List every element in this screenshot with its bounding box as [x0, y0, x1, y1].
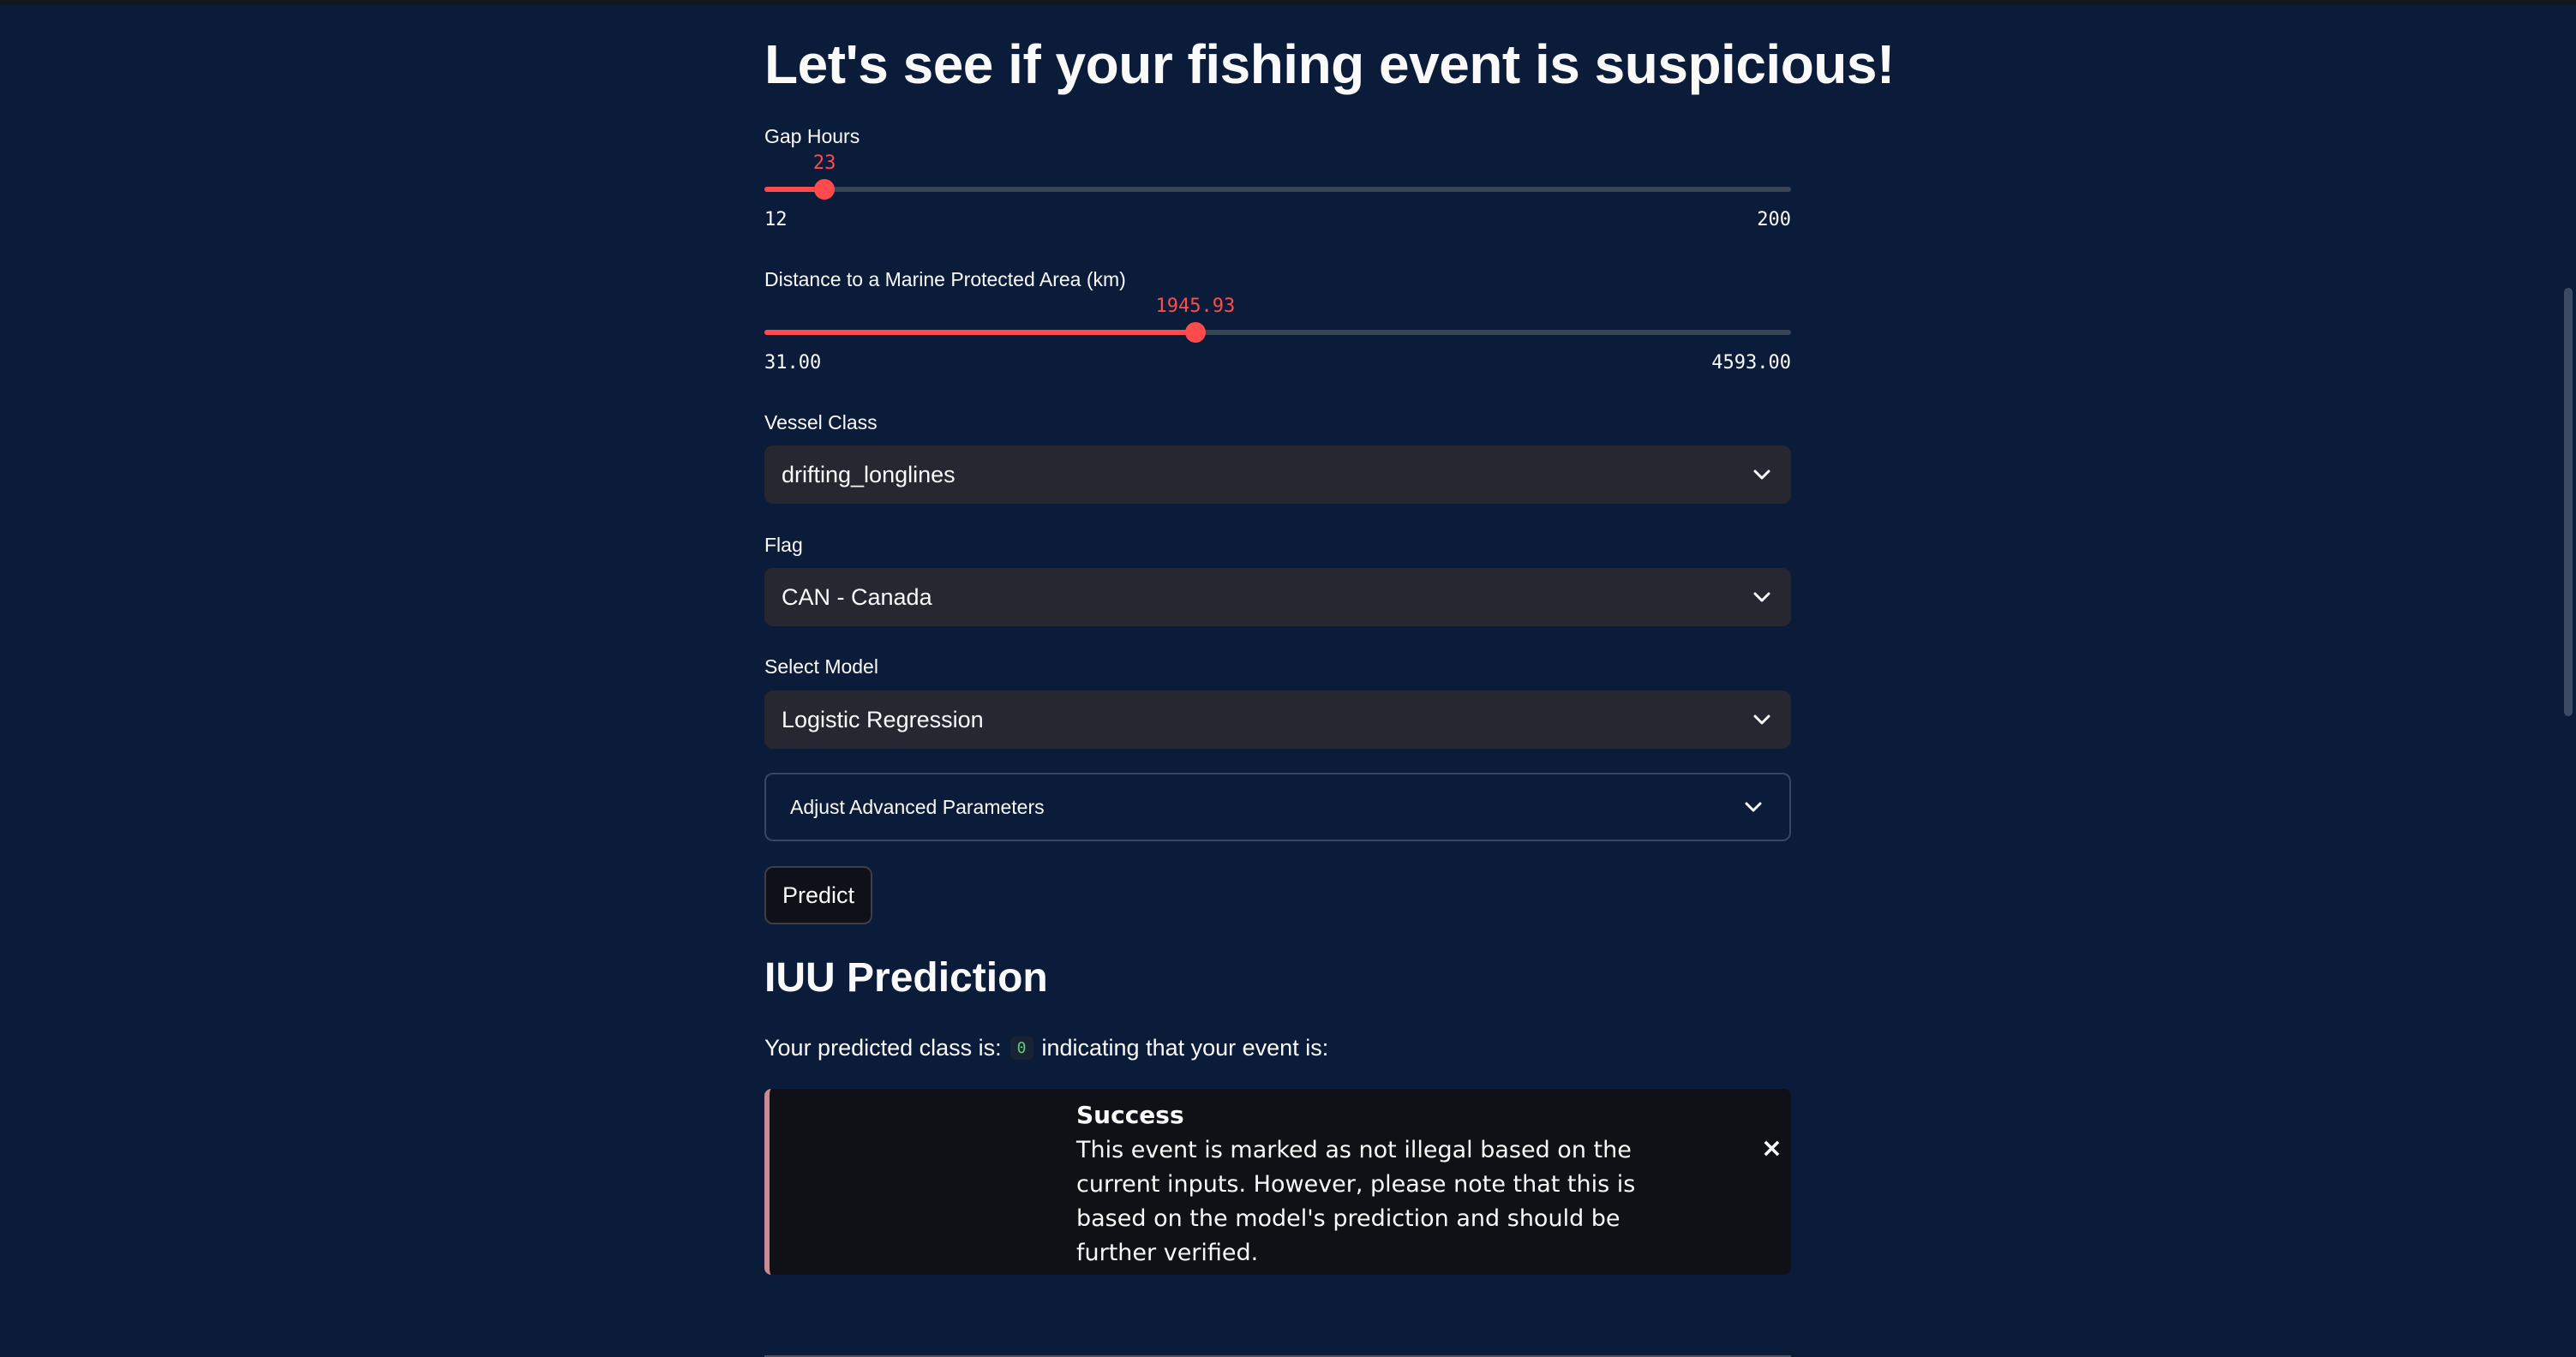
browser-top-bar: [0, 0, 2576, 5]
vessel-class-select[interactable]: drifting_longlines: [764, 445, 1791, 504]
prediction-prefix: Your predicted class is:: [764, 1035, 1002, 1061]
page-title: Let's see if your fishing event is suspi…: [764, 33, 1895, 95]
scrollbar-thumb[interactable]: [2564, 288, 2573, 716]
slider-max: 200: [1757, 209, 1791, 230]
slider-max: 4593.00: [1711, 352, 1791, 374]
slider-value: 1945.93: [1155, 296, 1236, 317]
alert-body: This event is marked as not illegal base…: [1076, 1137, 1636, 1266]
chevron-down-icon: [1741, 795, 1765, 819]
predicted-class-code: 0: [1009, 1037, 1033, 1060]
predict-button[interactable]: Predict: [764, 866, 872, 924]
slider-thumb[interactable]: [1184, 322, 1206, 343]
prediction-text: Your predicted class is: 0 indicating th…: [764, 1035, 1328, 1061]
model-label: Select Model: [764, 655, 878, 678]
prediction-suffix: indicating that your event is:: [1041, 1035, 1329, 1061]
vessel-class-value: drifting_longlines: [782, 461, 956, 487]
flag-value: CAN - Canada: [782, 583, 932, 610]
slider-value: 23: [812, 152, 836, 174]
expander-label: Adjust Advanced Parameters: [790, 795, 1045, 818]
vessel-class-label: Vessel Class: [764, 411, 878, 433]
flag-label: Flag: [764, 534, 803, 556]
chevron-down-icon: [1750, 585, 1774, 609]
slider-track[interactable]: [764, 187, 1791, 192]
flag-select[interactable]: CAN - Canada: [764, 568, 1791, 626]
model-value: Logistic Regression: [782, 706, 984, 732]
chevron-down-icon: [1750, 463, 1774, 487]
slider-min: 31.00: [764, 352, 822, 374]
gap-hours-label: Gap Hours: [764, 125, 860, 147]
slider-fill: [764, 330, 1195, 335]
scrollbar[interactable]: [2562, 5, 2576, 1357]
prediction-heading: IUU Prediction: [764, 955, 1048, 1001]
distance-mpa-slider[interactable]: 1945.93 31.00 4593.00: [764, 296, 1791, 407]
alert-title: Success: [1076, 1101, 1184, 1129]
slider-min: 12: [764, 209, 788, 230]
gap-hours-slider[interactable]: 23 12 200: [764, 152, 1791, 264]
chevron-down-icon: [1750, 708, 1774, 732]
close-icon[interactable]: ×: [1761, 1133, 1782, 1163]
distance-mpa-label: Distance to a Marine Protected Area (km): [764, 268, 1126, 290]
model-select[interactable]: Logistic Regression: [764, 690, 1791, 749]
advanced-parameters-expander[interactable]: Adjust Advanced Parameters: [764, 773, 1791, 841]
slider-thumb[interactable]: [814, 179, 836, 200]
success-alert: Success This event is marked as not ille…: [764, 1089, 1791, 1275]
